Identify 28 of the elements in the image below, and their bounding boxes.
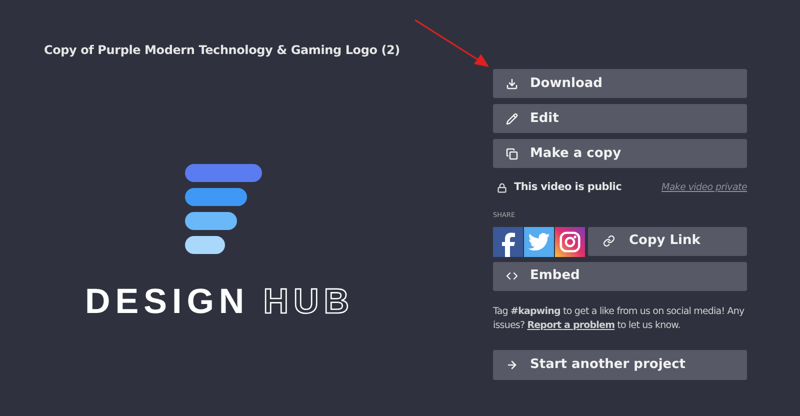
logo-word: HUB bbox=[263, 284, 354, 319]
arrow-right-icon bbox=[506, 358, 518, 370]
start-project-button[interactable]: Start another project bbox=[493, 350, 747, 380]
bird-icon bbox=[528, 232, 550, 250]
share-note: Tag #kapwing to get a like from us on social media! Any issues? Report a problem to let us know. bbox=[493, 304, 746, 332]
camera-icon bbox=[559, 230, 581, 252]
copy-button[interactable]: Make a copy bbox=[493, 139, 747, 168]
privacy-status: This video is public bbox=[514, 180, 622, 195]
download-button[interactable]: Download bbox=[493, 69, 747, 98]
project-title: Copy of Purple Modern Technology & Gaming Logo (2) bbox=[44, 42, 401, 59]
copy-link-button[interactable]: Copy Link bbox=[588, 226, 747, 256]
logo-word: DESIGN bbox=[85, 284, 250, 319]
copy-icon bbox=[506, 148, 518, 160]
link-icon bbox=[603, 235, 615, 247]
code-icon bbox=[506, 270, 518, 282]
logo-bar bbox=[185, 212, 237, 230]
pencil-icon bbox=[506, 112, 518, 124]
logo-bar bbox=[185, 188, 247, 206]
make-private-link[interactable]: Make video private bbox=[661, 180, 747, 195]
logo-bar bbox=[185, 236, 225, 254]
download-icon bbox=[506, 78, 518, 90]
facebook-icon bbox=[500, 230, 516, 256]
report-problem-link[interactable]: Report a problem bbox=[527, 320, 615, 330]
lock-icon bbox=[497, 182, 507, 193]
embed-button[interactable]: Embed bbox=[493, 262, 747, 290]
facebook-button[interactable] bbox=[493, 226, 523, 256]
edit-button[interactable]: Edit bbox=[493, 104, 747, 133]
instagram-button[interactable] bbox=[555, 226, 585, 256]
